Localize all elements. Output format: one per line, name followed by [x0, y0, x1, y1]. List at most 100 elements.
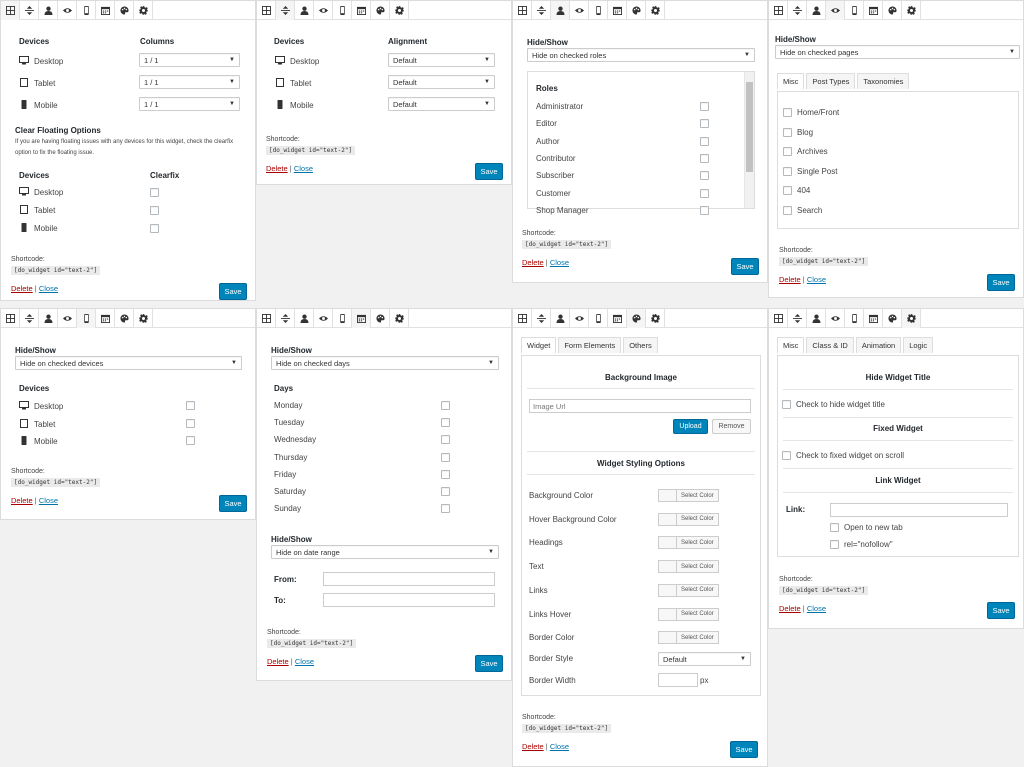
columns-tab[interactable] — [769, 309, 788, 328]
hideshow-devices-select[interactable]: Hide on checked devices ▼ — [15, 356, 242, 370]
palette-tab[interactable] — [883, 1, 902, 20]
clearfix-checkbox-mobile[interactable] — [150, 224, 159, 233]
from-date-input[interactable] — [323, 572, 495, 586]
columns-tab[interactable] — [513, 1, 532, 20]
calendar-tab[interactable] — [352, 309, 371, 328]
color-picker-button[interactable]: Select Color — [658, 536, 719, 550]
save-button[interactable]: Save — [475, 655, 503, 672]
calendar-tab[interactable] — [352, 1, 371, 20]
close-link[interactable]: Close — [295, 657, 314, 666]
gear-tab[interactable] — [902, 1, 921, 20]
alignment-select-desktop[interactable]: Default ▼ — [388, 53, 495, 67]
color-picker-button[interactable]: Select Color — [658, 512, 719, 526]
hideshow-pages-select[interactable]: Hide on checked pages ▼ — [775, 45, 1020, 59]
user-tab[interactable] — [295, 1, 314, 20]
calendar-tab[interactable] — [864, 309, 883, 328]
eye-tab[interactable] — [570, 309, 589, 328]
image-url-input[interactable]: Image Url — [529, 399, 751, 413]
close-link[interactable]: Close — [550, 258, 569, 267]
tab-misc[interactable]: Misc — [777, 73, 805, 89]
clearfix-checkbox-desktop[interactable] — [150, 188, 159, 197]
delete-link[interactable]: Delete — [11, 496, 33, 505]
mobile-tab[interactable] — [845, 1, 864, 20]
color-picker-button[interactable]: Select Color — [658, 607, 719, 621]
gear-tab[interactable] — [902, 309, 921, 328]
day-checkbox[interactable] — [441, 487, 450, 496]
eye-tab[interactable] — [58, 309, 77, 328]
fixed-widget-checkbox[interactable] — [782, 451, 791, 460]
page-checkbox[interactable] — [783, 166, 792, 176]
delete-link[interactable]: Delete — [779, 275, 801, 284]
alignment-tab[interactable] — [788, 309, 807, 328]
alignment-tab[interactable] — [532, 1, 551, 20]
columns-select-desktop[interactable]: 1 / 1 ▼ — [139, 53, 240, 67]
gear-tab[interactable] — [390, 309, 409, 328]
columns-tab[interactable] — [1, 309, 20, 328]
eye-tab[interactable] — [314, 1, 333, 20]
columns-select-tablet[interactable]: 1 / 1 ▼ — [139, 75, 240, 89]
clearfix-checkbox-tablet[interactable] — [150, 206, 159, 215]
calendar-tab[interactable] — [608, 309, 627, 328]
user-tab[interactable] — [295, 309, 314, 328]
close-link[interactable]: Close — [550, 742, 569, 751]
palette-tab[interactable] — [371, 1, 390, 20]
page-checkbox[interactable] — [783, 205, 792, 215]
role-checkbox[interactable] — [700, 119, 709, 129]
tab-others[interactable]: Others — [623, 337, 658, 353]
roles-scrollbar[interactable] — [744, 72, 754, 208]
tab-taxonomies[interactable]: Taxonomies — [857, 73, 910, 89]
tab-class-id[interactable]: Class & ID — [806, 337, 854, 353]
day-checkbox[interactable] — [441, 418, 450, 428]
save-button[interactable]: Save — [731, 258, 759, 275]
mobile-tab[interactable] — [333, 309, 352, 328]
day-checkbox[interactable] — [441, 452, 450, 462]
role-checkbox[interactable] — [700, 136, 709, 146]
palette-tab[interactable] — [883, 309, 902, 328]
save-button[interactable]: Save — [219, 495, 247, 512]
device-checkbox-tablet[interactable] — [186, 419, 195, 428]
mobile-tab[interactable] — [77, 1, 96, 20]
alignment-tab[interactable] — [20, 1, 39, 20]
delete-link[interactable]: Delete — [267, 657, 289, 666]
color-picker-button[interactable]: Select Color — [658, 631, 719, 645]
columns-select-mobile[interactable]: 1 / 1 ▼ — [139, 97, 240, 111]
border-style-select[interactable]: Default ▼ — [658, 652, 751, 666]
alignment-select-tablet[interactable]: Default ▼ — [388, 75, 495, 89]
save-button[interactable]: Save — [987, 602, 1015, 619]
eye-tab[interactable] — [570, 1, 589, 20]
alignment-tab[interactable] — [532, 309, 551, 328]
device-checkbox-mobile[interactable] — [186, 436, 195, 445]
upload-button[interactable]: Upload — [673, 419, 708, 434]
day-checkbox[interactable] — [441, 435, 450, 445]
close-link[interactable]: Close — [39, 284, 58, 293]
hideshow-roles-select[interactable]: Hide on checked roles ▼ — [527, 48, 755, 62]
palette-tab[interactable] — [371, 309, 390, 328]
page-checkbox[interactable] — [783, 127, 792, 137]
role-checkbox[interactable] — [700, 205, 709, 215]
eye-tab[interactable] — [826, 309, 845, 328]
calendar-tab[interactable] — [608, 1, 627, 20]
gear-tab[interactable] — [390, 1, 409, 20]
eye-tab[interactable] — [58, 1, 77, 20]
mobile-tab[interactable] — [589, 309, 608, 328]
hideshow-daterange-select[interactable]: Hide on date range ▼ — [271, 545, 499, 559]
device-checkbox-desktop[interactable] — [186, 401, 195, 410]
save-button[interactable]: Save — [987, 274, 1015, 291]
palette-tab[interactable] — [627, 309, 646, 328]
palette-tab[interactable] — [115, 309, 134, 328]
save-button[interactable]: Save — [475, 163, 503, 180]
delete-link[interactable]: Delete — [779, 604, 801, 613]
page-checkbox[interactable] — [783, 108, 792, 117]
save-button[interactable]: Save — [219, 283, 247, 300]
gear-tab[interactable] — [646, 1, 665, 20]
tab-misc[interactable]: Misc — [777, 337, 805, 353]
eye-tab[interactable] — [826, 1, 845, 20]
close-link[interactable]: Close — [294, 164, 313, 173]
role-checkbox[interactable] — [700, 171, 709, 181]
gear-tab[interactable] — [134, 1, 153, 20]
save-button[interactable]: Save — [730, 741, 758, 758]
tab-logic[interactable]: Logic — [903, 337, 934, 353]
mobile-tab[interactable] — [77, 309, 96, 328]
palette-tab[interactable] — [627, 1, 646, 20]
palette-tab[interactable] — [115, 1, 134, 20]
